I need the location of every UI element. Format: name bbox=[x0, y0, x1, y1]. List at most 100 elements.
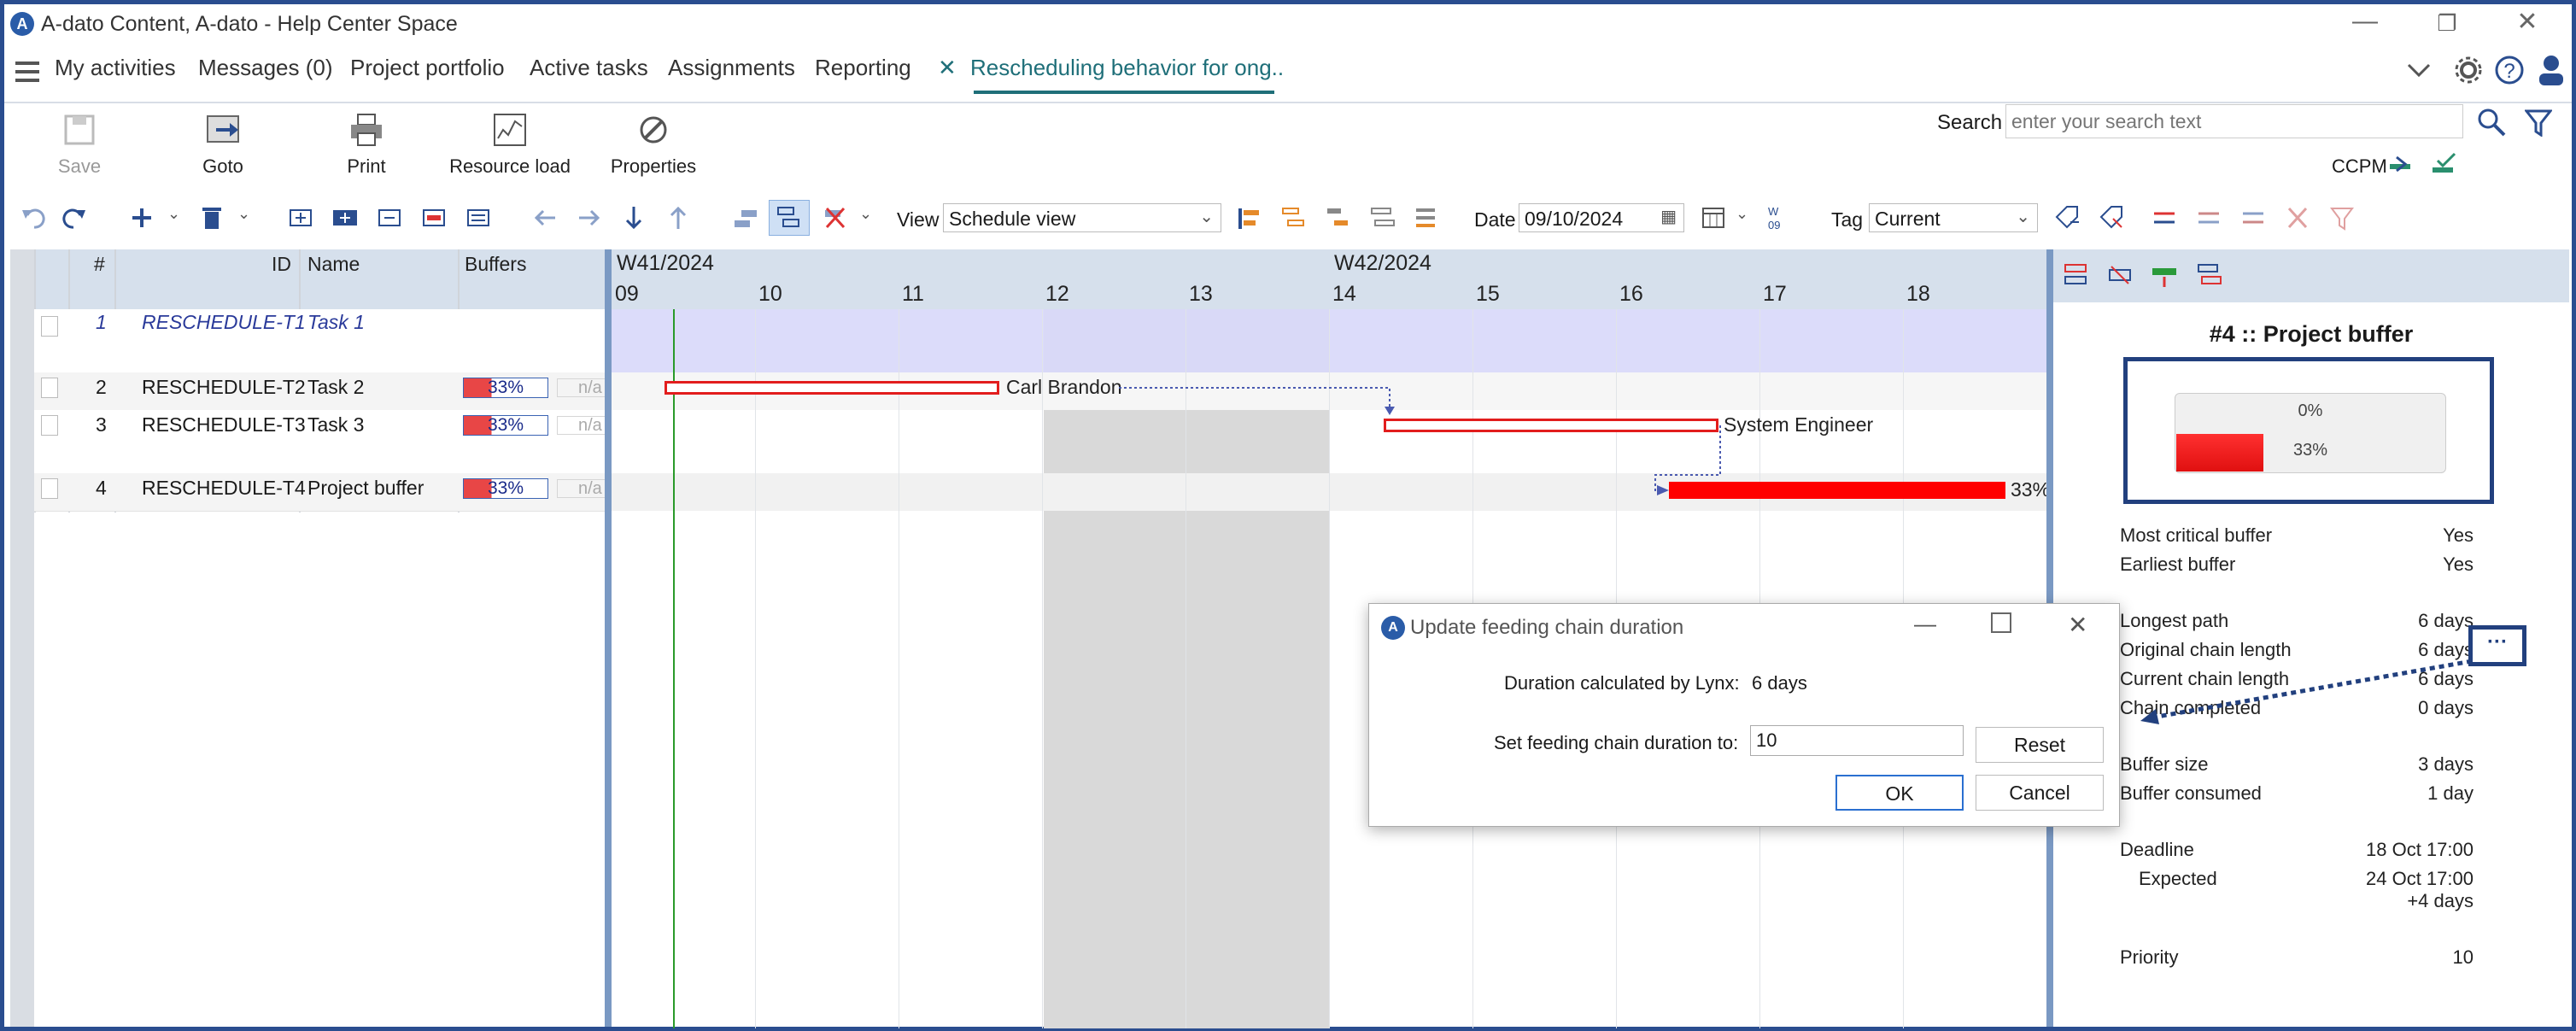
shift-left-icon[interactable] bbox=[2239, 203, 2267, 232]
outdent-left-arrow-icon[interactable] bbox=[531, 203, 559, 232]
filter-icon[interactable] bbox=[2525, 109, 2552, 137]
tab-rescheduling[interactable]: Rescheduling behavior for ong.. bbox=[970, 55, 1284, 81]
set-duration-label: Set feeding chain duration to: bbox=[1494, 732, 1739, 753]
buffer-na: n/a bbox=[557, 416, 608, 435]
menu-messages[interactable]: Messages (0) bbox=[198, 55, 333, 81]
dialog-minimize-button[interactable]: — bbox=[1914, 611, 1936, 637]
indent-right-arrow-icon[interactable] bbox=[576, 203, 603, 232]
col-header-id[interactable]: ID bbox=[272, 253, 291, 276]
view-select[interactable]: Schedule view ⌄ bbox=[943, 203, 1221, 232]
ccpm-label: CCPM bbox=[2332, 155, 2387, 177]
tab-close-icon[interactable]: ✕ bbox=[938, 55, 957, 81]
expand-icon[interactable] bbox=[287, 203, 314, 232]
expand-all-icon[interactable] bbox=[331, 203, 359, 232]
critical-chain-icon[interactable] bbox=[1235, 203, 1262, 232]
col-header-num[interactable]: # bbox=[94, 253, 105, 276]
undo-icon[interactable] bbox=[19, 203, 46, 232]
feeding-chain-duration-input[interactable]: 10 bbox=[1750, 725, 1964, 756]
row-id: RESCHEDULE-T3 bbox=[142, 413, 306, 436]
shift-right-icon[interactable] bbox=[2195, 203, 2222, 232]
menu-assignments[interactable]: Assignments bbox=[668, 55, 795, 81]
panel-remove-icon[interactable] bbox=[2106, 261, 2134, 289]
calendar-grid-icon[interactable] bbox=[1700, 203, 1727, 232]
week-number-icon[interactable]: W09 bbox=[1766, 203, 1794, 232]
kv-value: 3 days bbox=[2418, 753, 2474, 775]
minimize-button[interactable]: — bbox=[2344, 7, 2386, 36]
link-tasks-icon[interactable] bbox=[731, 203, 758, 232]
reset-button[interactable]: Reset bbox=[1976, 727, 2104, 763]
chain-length-edit-button[interactable]: ··· bbox=[2468, 625, 2526, 666]
col-header-name[interactable]: Name bbox=[307, 253, 360, 276]
chain-levels-icon[interactable] bbox=[1368, 203, 1396, 232]
ok-button[interactable]: OK bbox=[1835, 775, 1964, 811]
dialog-maximize-button[interactable] bbox=[1991, 612, 2011, 633]
user-icon[interactable] bbox=[2537, 53, 2566, 85]
move-up-arrow-icon[interactable] bbox=[664, 203, 692, 232]
delete-dropdown-chevron-icon[interactable]: ⌄ bbox=[237, 205, 250, 223]
menu-project-portfolio[interactable]: Project portfolio bbox=[350, 55, 505, 81]
date-picker[interactable]: 09/10/2024 ▦ bbox=[1519, 203, 1684, 232]
cancel-button[interactable]: Cancel bbox=[1976, 775, 2104, 811]
remove-tag-icon[interactable] bbox=[2098, 203, 2125, 232]
unlink-tasks-icon[interactable] bbox=[822, 203, 849, 232]
add-dropdown-chevron-icon[interactable]: ⌄ bbox=[167, 205, 180, 223]
chevron-down-icon[interactable] bbox=[2405, 60, 2433, 80]
svg-text:?: ? bbox=[2503, 60, 2515, 83]
row-doc-icon[interactable] bbox=[41, 478, 58, 499]
collapse-icon[interactable] bbox=[376, 203, 403, 232]
grid-gantt-splitter[interactable] bbox=[605, 249, 612, 1027]
chain-list-icon[interactable] bbox=[1413, 203, 1440, 232]
gantt-toggle-button[interactable] bbox=[769, 200, 810, 236]
row-id: RESCHEDULE-T2 bbox=[142, 376, 306, 398]
row-num: 3 bbox=[96, 413, 107, 436]
close-window-button[interactable]: ✕ bbox=[2506, 7, 2549, 37]
properties-button[interactable]: Properties bbox=[589, 113, 717, 178]
add-tag-icon[interactable] bbox=[2053, 203, 2081, 232]
day-label: 18 bbox=[1906, 282, 1930, 306]
add-icon[interactable] bbox=[128, 203, 155, 232]
restore-button[interactable]: ❐ bbox=[2426, 10, 2468, 37]
split-arrows-icon[interactable] bbox=[2151, 203, 2178, 232]
buffer-gauge-top-label: 0% bbox=[2298, 401, 2323, 420]
row-doc-icon[interactable] bbox=[41, 378, 58, 398]
col-header-buffers[interactable]: Buffers bbox=[465, 253, 526, 276]
panel-align-icon[interactable] bbox=[2195, 261, 2222, 289]
settings-gear-icon[interactable] bbox=[2453, 55, 2484, 85]
help-icon[interactable]: ? bbox=[2494, 55, 2525, 85]
ccpm-check-icon[interactable] bbox=[2431, 152, 2458, 178]
collapse-all-icon[interactable] bbox=[420, 203, 448, 232]
cancel-shift-icon[interactable] bbox=[2284, 203, 2311, 232]
menu-active-tasks[interactable]: Active tasks bbox=[530, 55, 648, 81]
kv-value: 1 day bbox=[2427, 782, 2474, 804]
notes-icon[interactable] bbox=[465, 203, 492, 232]
save-button[interactable]: Save bbox=[15, 113, 143, 178]
menu-my-activities[interactable]: My activities bbox=[55, 55, 176, 81]
print-button[interactable]: Print bbox=[302, 113, 430, 178]
search-input[interactable] bbox=[2005, 104, 2463, 138]
menu-reporting[interactable]: Reporting bbox=[815, 55, 911, 81]
hamburger-menu-icon[interactable] bbox=[15, 62, 39, 87]
panel-swap-icon[interactable] bbox=[2062, 261, 2089, 289]
tag-select[interactable]: Current ⌄ bbox=[1869, 203, 2038, 232]
row-doc-icon[interactable] bbox=[41, 415, 58, 436]
calendar-dropdown-chevron-icon[interactable]: ⌄ bbox=[1736, 205, 1748, 223]
goto-button[interactable]: Goto bbox=[159, 113, 287, 178]
search-icon[interactable] bbox=[2477, 108, 2506, 137]
goto-icon bbox=[207, 115, 239, 143]
redo-icon[interactable] bbox=[61, 203, 89, 232]
chain-link-icon[interactable] bbox=[1324, 203, 1351, 232]
clear-filter-icon[interactable] bbox=[2328, 203, 2356, 232]
row-doc-icon[interactable] bbox=[41, 316, 58, 337]
delete-trash-icon[interactable] bbox=[198, 203, 225, 232]
properties-wrench-icon bbox=[640, 116, 667, 144]
resource-load-button[interactable]: Resource load bbox=[446, 113, 574, 178]
task-2-bar[interactable] bbox=[664, 381, 999, 395]
panel-add-buffer-icon[interactable] bbox=[2151, 261, 2178, 289]
feeding-chain-icon[interactable] bbox=[1279, 203, 1307, 232]
ccpm-tool-icon[interactable] bbox=[2388, 152, 2415, 178]
tag-select-chevron-icon: ⌄ bbox=[2016, 208, 2030, 226]
kv-value: 6 days bbox=[2418, 610, 2474, 631]
dialog-close-button[interactable]: ✕ bbox=[2068, 611, 2087, 639]
unlink-dropdown-chevron-icon[interactable]: ⌄ bbox=[859, 205, 872, 223]
move-down-arrow-icon[interactable] bbox=[620, 203, 647, 232]
